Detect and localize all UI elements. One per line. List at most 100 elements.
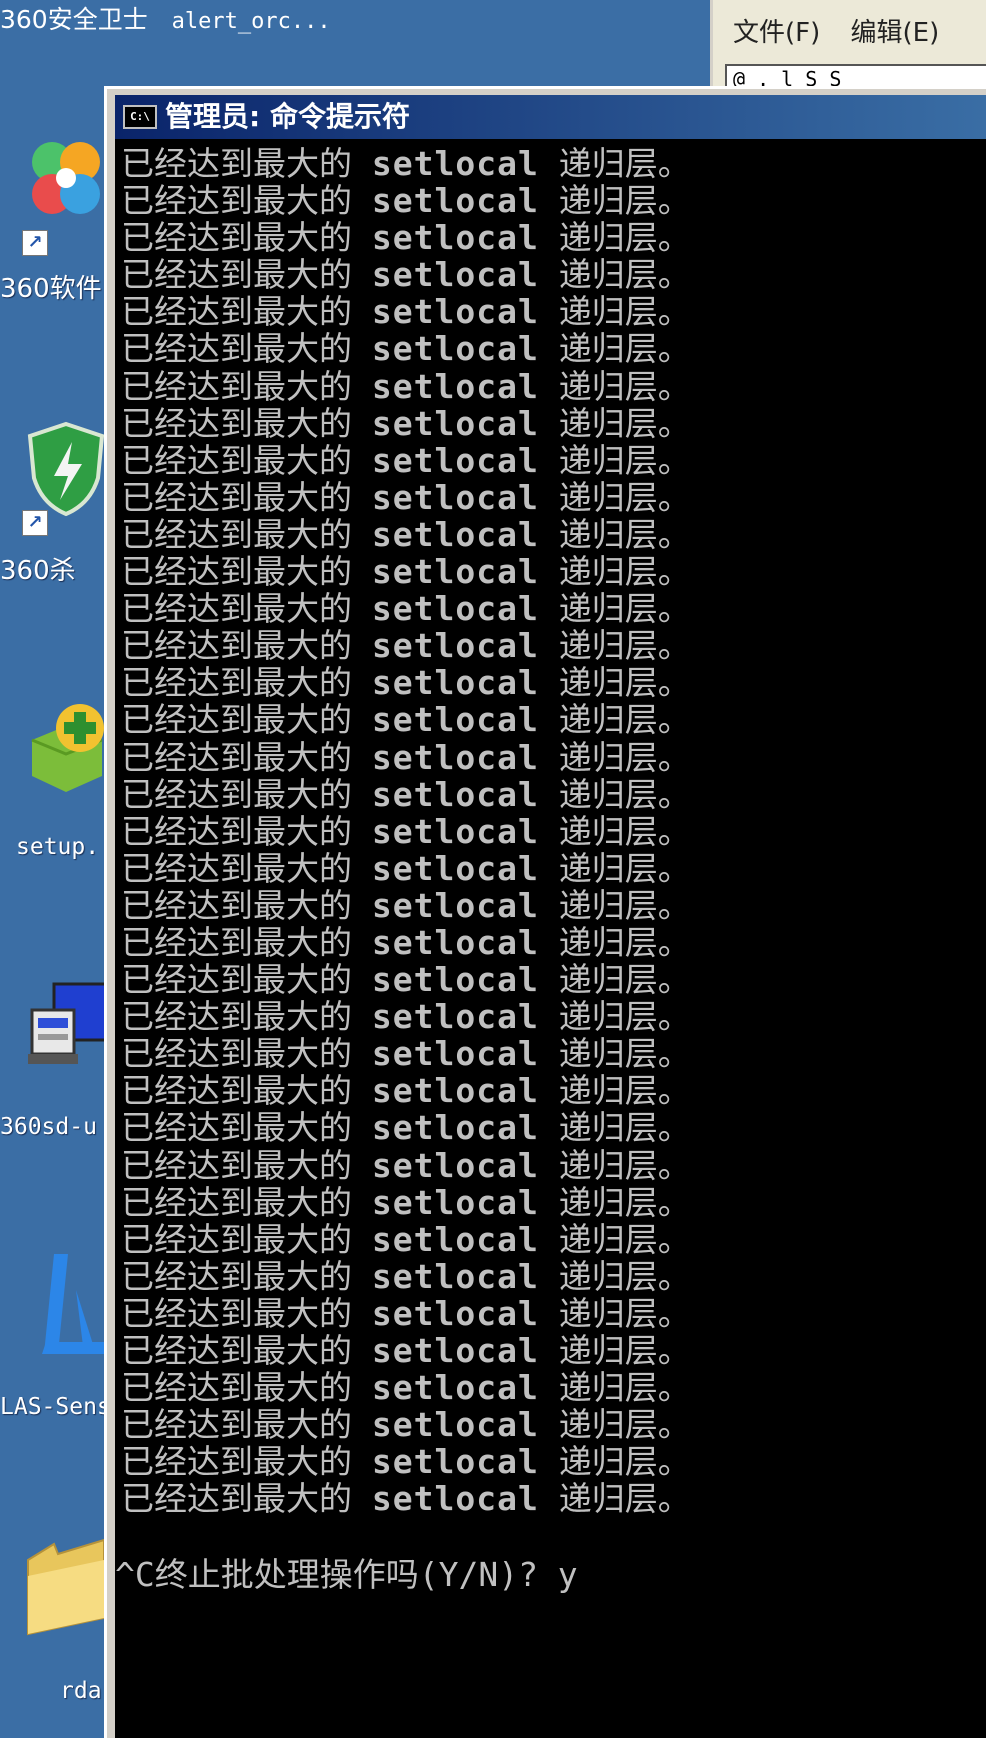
- console-line-keyword: setlocal: [371, 1442, 539, 1482]
- desktop-icon-360sd-upgrade[interactable]: 360sd-u: [0, 980, 108, 1150]
- console-line-prefix: 已经达到最大的: [121, 663, 352, 703]
- console-line: 已经达到最大的 setlocal 递归层。: [121, 1072, 691, 1109]
- console-line-suffix: 递归层。: [558, 218, 691, 258]
- cmd-window-icon[interactable]: C:\: [123, 105, 157, 129]
- console-line-suffix: 递归层。: [558, 329, 691, 369]
- console-line-suffix: 递归层。: [558, 1331, 691, 1370]
- console-line-suffix: 递归层。: [558, 922, 691, 962]
- console-line-suffix: 递归层。: [558, 1293, 691, 1333]
- desktop-icon-label: setup.: [16, 834, 100, 860]
- console-line: 已经达到最大的 setlocal 递归层。: [121, 442, 691, 479]
- desktop-icon-360-software[interactable]: ↗ 360软件: [0, 140, 108, 320]
- console-line-suffix: 递归层。: [558, 960, 691, 1000]
- console-line-keyword: setlocal: [371, 1108, 539, 1148]
- desktop-icon-360-antivirus[interactable]: ↗ 360杀: [0, 420, 108, 600]
- desktop-icon-rda[interactable]: rda: [0, 1530, 108, 1720]
- console-line-prefix: 已经达到最大的: [121, 1368, 352, 1408]
- console-line-suffix: 递归层。: [558, 403, 691, 443]
- console-line-prefix: 已经达到最大的: [121, 589, 352, 629]
- console-line-suffix: 递归层。: [558, 1405, 691, 1445]
- console-line: 已经达到最大的 setlocal 递归层。: [121, 887, 691, 924]
- console-line-suffix: 递归层。: [558, 1442, 691, 1482]
- console-line-suffix: 递归层。: [558, 663, 691, 703]
- console-line: 已经达到最大的 setlocal 递归层。: [121, 145, 691, 182]
- console-line-keyword: setlocal: [371, 626, 539, 666]
- console-line-keyword: setlocal: [371, 1368, 539, 1408]
- console-line-prefix: 已经达到最大的: [121, 885, 352, 925]
- console-line-keyword: setlocal: [371, 181, 539, 221]
- console-line-prefix: 已经达到最大的: [121, 737, 352, 777]
- console-line-suffix: 递归层。: [558, 1479, 691, 1519]
- console-prompt-line: ^C终止批处理操作吗(Y/N)? y: [115, 1555, 578, 1594]
- console-line-keyword: setlocal: [371, 366, 539, 406]
- console-line-suffix: 递归层。: [558, 1182, 691, 1222]
- console-line-prefix: 已经达到最大的: [121, 848, 352, 888]
- console-line: 已经达到最大的 setlocal 递归层。: [121, 961, 691, 998]
- console-line: 已经达到最大的 setlocal 递归层。: [121, 627, 691, 664]
- console-line-keyword: setlocal: [371, 1145, 539, 1185]
- 360sd-upgrade-computer-icon: [28, 982, 108, 1064]
- console-line: 已经达到最大的 setlocal 递归层。: [121, 776, 691, 813]
- console-line-prefix: 已经达到最大的: [121, 1256, 352, 1296]
- top-taskbar-strip: 360安全卫士 alert_orc...: [0, 0, 710, 52]
- console-line: 已经达到最大的 setlocal 递归层。: [121, 182, 691, 219]
- console-line-prefix: 已经达到最大的: [121, 1293, 352, 1333]
- console-line-keyword: setlocal: [371, 663, 539, 703]
- console-line-suffix: 递归层。: [558, 737, 691, 777]
- menu-file[interactable]: 文件(F): [733, 18, 820, 48]
- console-line-keyword: setlocal: [371, 589, 539, 629]
- console-line-prefix: 已经达到最大的: [121, 1219, 352, 1259]
- console-line-prefix: 已经达到最大的: [121, 960, 352, 1000]
- console-line-keyword: setlocal: [371, 477, 539, 517]
- console-line-prefix: 已经达到最大的: [121, 144, 352, 183]
- taskbar-item-alert-orc[interactable]: alert_orc...: [172, 9, 331, 34]
- shortcut-arrow-icon: ↗: [22, 510, 48, 536]
- console-line-prefix: 已经达到最大的: [121, 626, 352, 666]
- background-window[interactable]: 文件(F) 编辑(E) @ . l S S: [710, 0, 986, 90]
- cmd-titlebar[interactable]: C:\ 管理员: 命令提示符: [115, 95, 986, 139]
- console-line-prefix: 已经达到最大的: [121, 1071, 352, 1111]
- console-line-prefix: 已经达到最大的: [121, 255, 352, 295]
- console-line-keyword: setlocal: [371, 514, 539, 554]
- console-line-suffix: 递归层。: [558, 514, 691, 554]
- console-line: 已经达到最大的 setlocal 递归层。: [121, 590, 691, 627]
- setup-installer-icon: [31, 704, 104, 792]
- console-line-suffix: 递归层。: [558, 997, 691, 1037]
- las-logo-icon: [42, 1254, 106, 1354]
- console-line-prefix: 已经达到最大的: [121, 1442, 352, 1482]
- shortcut-arrow-icon: ↗: [22, 230, 48, 256]
- console-line-keyword: setlocal: [371, 848, 539, 888]
- console-line: 已经达到最大的 setlocal 递归层。: [121, 850, 691, 887]
- console-line: 已经达到最大的 setlocal 递归层。: [121, 516, 691, 553]
- console-line-prefix: 已经达到最大的: [121, 514, 352, 554]
- cmd-window[interactable]: C:\ 管理员: 命令提示符 已经达到最大的 setlocal 递归层。 已经达到…: [104, 86, 986, 1738]
- console-line-keyword: setlocal: [371, 329, 539, 369]
- console-line: 已经达到最大的 setlocal 递归层。: [121, 1369, 691, 1406]
- console-line-keyword: setlocal: [371, 403, 539, 443]
- console-lines: 已经达到最大的 setlocal 递归层。 已经达到最大的 setlocal 递归…: [121, 145, 691, 1517]
- console-line-prefix: 已经达到最大的: [121, 1479, 352, 1519]
- console-line-keyword: setlocal: [371, 1219, 539, 1259]
- console-line-prefix: 已经达到最大的: [121, 700, 352, 740]
- 360-software-manager-icon: [32, 142, 100, 214]
- console-line: 已经达到最大的 setlocal 递归层。: [121, 256, 691, 293]
- console-line-keyword: setlocal: [371, 1256, 539, 1296]
- console-line-suffix: 递归层。: [558, 366, 691, 406]
- desktop-icon-las-sens[interactable]: LAS-Sens: [0, 1250, 108, 1430]
- console-line-prefix: 已经达到最大的: [121, 774, 352, 814]
- console-line-suffix: 递归层。: [558, 848, 691, 888]
- console-line-suffix: 递归层。: [558, 885, 691, 925]
- background-window-menubar: 文件(F) 编辑(E): [733, 12, 961, 49]
- console-line-suffix: 递归层。: [558, 477, 691, 517]
- console-line-suffix: 递归层。: [558, 626, 691, 666]
- console-line-suffix: 递归层。: [558, 440, 691, 480]
- console-line-suffix: 递归层。: [558, 255, 691, 295]
- console-line: 已经达到最大的 setlocal 递归层。: [121, 1480, 691, 1517]
- console-line-keyword: setlocal: [371, 1071, 539, 1111]
- taskbar-item-360-safe[interactable]: 360安全卫士: [0, 5, 148, 34]
- desktop-icon-setup[interactable]: setup.: [0, 700, 108, 880]
- console-line-suffix: 递归层。: [558, 1108, 691, 1148]
- menu-edit[interactable]: 编辑(E): [851, 18, 940, 48]
- console-line-prefix: 已经达到最大的: [121, 1331, 352, 1370]
- console-output-area[interactable]: 已经达到最大的 setlocal 递归层。 已经达到最大的 setlocal 递归…: [115, 139, 986, 1738]
